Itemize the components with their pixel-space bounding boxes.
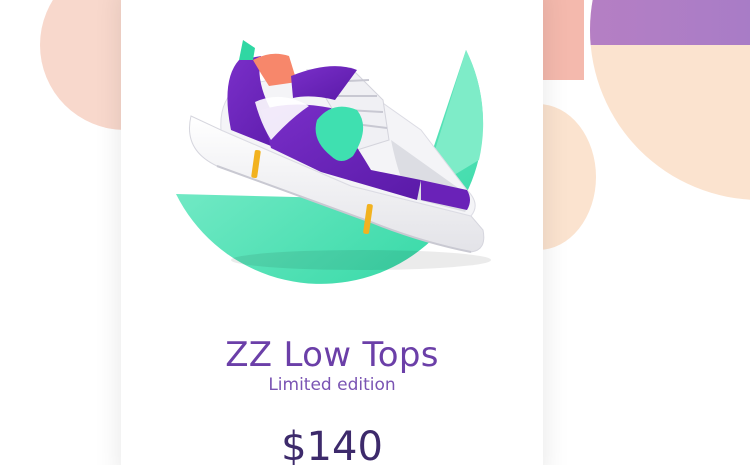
product-name: ZZ Low Tops [225,335,439,375]
product-card[interactable]: ZZ Low Tops Limited edition $140 [121,0,543,465]
product-image [121,0,543,300]
sneaker-illustration [176,40,491,284]
decor-gradient-band [590,0,750,45]
product-price: $140 [281,424,383,465]
product-showcase: ZZ Low Tops Limited edition $140 [0,0,750,465]
decor-circle-right [590,0,750,200]
product-subtitle: Limited edition [268,375,396,395]
